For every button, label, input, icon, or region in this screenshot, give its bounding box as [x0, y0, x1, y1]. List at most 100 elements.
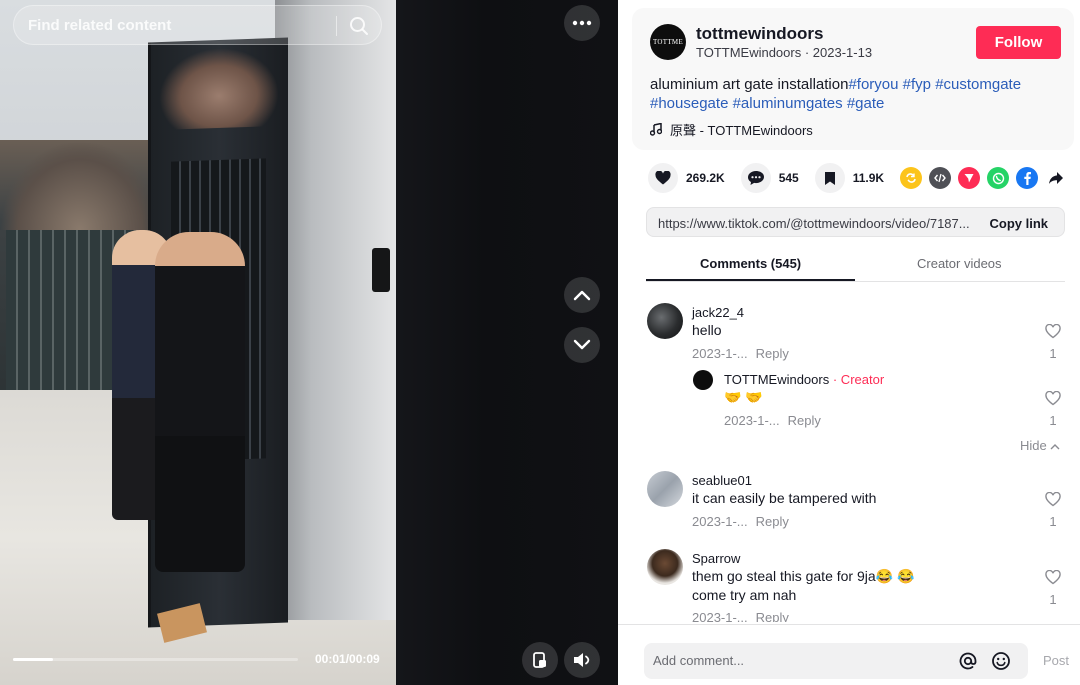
send-icon[interactable]	[958, 167, 980, 189]
heart-outline-icon	[1045, 569, 1061, 585]
video-time: 00:01/00:09	[315, 652, 380, 666]
heart-icon	[655, 171, 671, 185]
search-box[interactable]: Find related content	[13, 5, 382, 45]
like-button[interactable]: 269.2K	[648, 163, 725, 193]
emoji-icon[interactable]	[991, 651, 1011, 676]
next-video-button[interactable]	[564, 327, 600, 363]
comment-meta: 2023-1-... Reply	[692, 610, 789, 622]
author-subtitle: TOTTMEwindoors · 2023-1-13	[696, 45, 873, 60]
embed-icon[interactable]	[929, 167, 951, 189]
save-button[interactable]: 11.9K	[814, 163, 885, 193]
music-note-icon	[650, 123, 662, 136]
follow-button[interactable]: Follow	[976, 26, 1061, 59]
comment-username[interactable]: Sparrow	[692, 551, 740, 566]
mention-icon[interactable]	[958, 651, 978, 676]
avatar[interactable]	[647, 303, 683, 339]
author-avatar[interactable]: TOTTME	[650, 24, 686, 60]
hide-label: Hide	[1020, 438, 1047, 453]
reply-button[interactable]: Reply	[756, 514, 789, 529]
comment-like-button[interactable]: 1	[1043, 323, 1063, 361]
tab-comments[interactable]: Comments (545)	[700, 256, 801, 271]
search-placeholder[interactable]: Find related content	[28, 17, 171, 34]
comment-meta: 2023-1-... Reply	[724, 413, 821, 428]
hashtag-link[interactable]: #customgate	[935, 76, 1021, 93]
comment-like-count: 1	[1049, 413, 1057, 428]
tab-creator-videos[interactable]: Creator videos	[917, 256, 1002, 271]
author-username[interactable]: tottmewindoors	[696, 24, 824, 44]
reply-button[interactable]: Reply	[756, 346, 789, 361]
more-icon	[572, 20, 592, 26]
reply-button[interactable]: Reply	[788, 413, 821, 428]
like-count: 269.2K	[686, 171, 725, 185]
comment-like-count: 1	[1049, 592, 1057, 607]
comment-like-count: 1	[1049, 346, 1057, 361]
heart-outline-icon	[1045, 323, 1061, 339]
whatsapp-icon[interactable]	[987, 167, 1009, 189]
avatar[interactable]	[647, 549, 683, 585]
facebook-icon[interactable]	[1016, 167, 1038, 189]
hashtag-link[interactable]: #aluminumgates	[733, 95, 843, 112]
intercom	[372, 248, 390, 292]
video-frame[interactable]: Find related content 00:01/00:09	[0, 0, 397, 685]
bookmark-icon	[824, 171, 835, 185]
copy-link-button[interactable]: Copy link	[989, 216, 1048, 231]
comment-count: 545	[778, 171, 799, 185]
mini-player-icon	[533, 652, 546, 668]
comment-text: it can easily be tampered with	[692, 490, 877, 506]
comment-username[interactable]: jack22_4	[692, 305, 744, 320]
save-count: 11.9K	[852, 171, 885, 185]
comment-date: 2023-1-...	[692, 514, 748, 529]
hashtag-link[interactable]: #foryou	[848, 76, 898, 93]
comment-bubble-icon	[747, 171, 764, 185]
video-area[interactable]: Find related content 00:01/00:09	[0, 0, 618, 685]
pillar	[275, 0, 397, 620]
search-icon[interactable]	[348, 15, 370, 37]
post-comment-button[interactable]: Post	[1043, 653, 1069, 668]
comment-meta: 2023-1-... Reply	[692, 514, 789, 529]
comment-username[interactable]: seablue01	[692, 473, 752, 488]
more-options-button[interactable]	[564, 5, 600, 41]
comment-like-button[interactable]: 1	[1043, 390, 1063, 428]
comment-button[interactable]: 545	[740, 163, 799, 193]
reply-text: 🤝 🤝	[724, 389, 763, 405]
comment-date: 2023-1-...	[724, 413, 780, 428]
creator-badge: · Creator	[832, 372, 885, 387]
repost-icon[interactable]	[900, 167, 922, 189]
video-url[interactable]: https://www.tiktok.com/@tottmewindoors/v…	[658, 216, 978, 231]
chevron-up-icon	[1050, 444, 1060, 450]
comment-like-button[interactable]: 1	[1043, 569, 1063, 607]
comment-tabs: Comments (545) Creator videos	[646, 246, 1065, 282]
hashtag-link[interactable]: #housegate	[650, 95, 728, 112]
previous-video-button[interactable]	[564, 277, 600, 313]
comment-like-button[interactable]: 1	[1043, 491, 1063, 529]
volume-button[interactable]	[564, 642, 600, 678]
author-avatar-text: TOTTME	[652, 38, 684, 46]
video-description: aluminium art gate installation#foryou #…	[650, 75, 1060, 113]
share-arrow-icon[interactable]	[1045, 167, 1067, 189]
active-tab-indicator	[646, 279, 855, 281]
comment-text: them go steal this gate for 9ja😂 😂	[692, 568, 915, 584]
video-progress-bar[interactable]	[13, 658, 298, 661]
hashtag-link[interactable]: #gate	[847, 95, 885, 112]
avatar[interactable]	[647, 471, 683, 507]
mini-player-button[interactable]	[522, 642, 558, 678]
video-progress-fill	[13, 658, 53, 661]
chevron-up-icon	[573, 290, 591, 301]
comment-placeholder[interactable]: Add comment...	[653, 653, 744, 668]
music-link[interactable]: 原聲 - TOTTMEwindoors	[650, 120, 813, 139]
comment-list: jack22_4 hello 2023-1-... Reply 1 TOTTMEw…	[618, 290, 1080, 622]
reply-button[interactable]: Reply	[756, 610, 789, 622]
comment-input[interactable]: Add comment...	[644, 643, 1028, 679]
comment-meta: 2023-1-... Reply	[692, 346, 789, 361]
hashtag-link[interactable]: #fyp	[903, 76, 931, 93]
music-label: 原聲 - TOTTMEwindoors	[670, 123, 813, 138]
video-link-box: https://www.tiktok.com/@tottmewindoors/v…	[646, 207, 1065, 237]
search-divider	[336, 16, 337, 36]
avatar[interactable]	[693, 370, 713, 390]
engagement-stats: 269.2K 545 11.9K	[648, 163, 900, 193]
chevron-down-icon	[573, 339, 591, 350]
video-details-panel: TOTTME tottmewindoors TOTTMEwindoors · 2…	[618, 0, 1080, 685]
reply-user[interactable]: TOTTMEwindoors	[724, 372, 829, 387]
hide-replies-button[interactable]: Hide	[1020, 438, 1060, 453]
comment-text: come try am nah	[692, 587, 797, 603]
